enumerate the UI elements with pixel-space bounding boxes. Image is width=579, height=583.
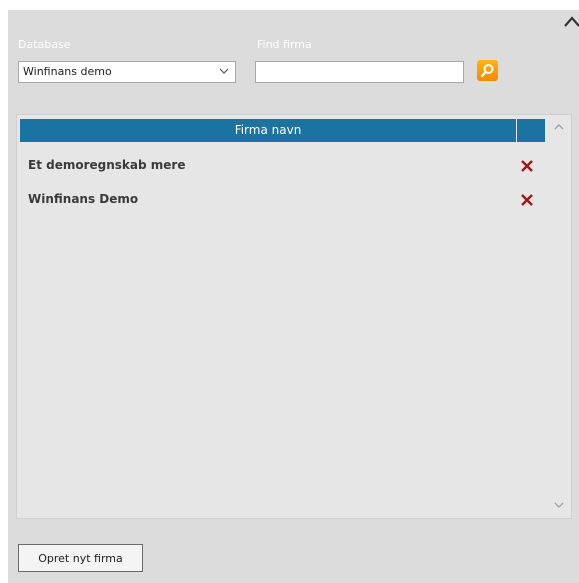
- delete-x-icon: [521, 194, 533, 206]
- database-select-value: Winfinans demo: [23, 65, 112, 78]
- chevron-down-icon: [219, 68, 229, 74]
- create-company-button[interactable]: Opret nyt firma: [18, 544, 143, 572]
- close-button[interactable]: [563, 13, 579, 27]
- database-select[interactable]: Winfinans demo: [18, 61, 236, 83]
- select-company-dialog: Database Winfinans demo Find firma Firma…: [8, 10, 579, 583]
- delete-x-icon: [521, 160, 533, 172]
- search-button[interactable]: [477, 60, 498, 81]
- scroll-down-icon[interactable]: [554, 501, 564, 509]
- database-label: Database: [18, 38, 71, 51]
- company-row[interactable]: Et demoregnskab mere: [20, 149, 546, 181]
- delete-company-button[interactable]: [520, 192, 534, 206]
- find-company-label: Find firma: [257, 38, 312, 51]
- column-header-company-name[interactable]: Firma navn: [20, 119, 516, 142]
- delete-company-button[interactable]: [520, 158, 534, 172]
- company-name: Et demoregnskab mere: [28, 158, 186, 172]
- close-icon: [564, 16, 579, 27]
- company-name: Winfinans Demo: [28, 192, 139, 206]
- scroll-up-icon[interactable]: [554, 123, 564, 131]
- company-list-panel: Firma navn Et demoregnskab mere Winfinan…: [16, 114, 572, 519]
- column-header-actions: [517, 119, 545, 142]
- find-company-input[interactable]: [255, 61, 464, 83]
- search-icon: [480, 64, 494, 78]
- company-row[interactable]: Winfinans Demo: [20, 183, 546, 215]
